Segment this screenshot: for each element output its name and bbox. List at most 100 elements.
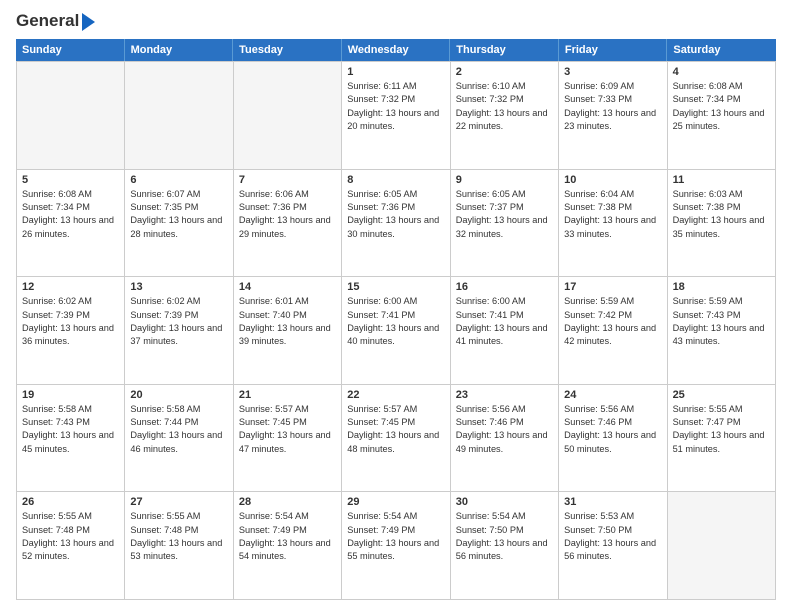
day-number: 13 <box>130 281 227 293</box>
day-number: 18 <box>673 281 770 293</box>
day-number: 10 <box>564 174 661 186</box>
day-info: Sunrise: 6:03 AMSunset: 7:38 PMDaylight:… <box>673 188 770 241</box>
calendar-cell: 27 Sunrise: 5:55 AMSunset: 7:48 PMDayligh… <box>125 492 233 600</box>
day-header-friday: Friday <box>559 39 668 61</box>
day-number: 19 <box>22 389 119 401</box>
day-info: Sunrise: 5:54 AMSunset: 7:49 PMDaylight:… <box>239 510 336 563</box>
calendar-cell <box>234 62 342 170</box>
day-number: 29 <box>347 496 444 508</box>
day-number: 4 <box>673 66 770 78</box>
day-number: 31 <box>564 496 661 508</box>
calendar-cell: 2 Sunrise: 6:10 AMSunset: 7:32 PMDaylight… <box>451 62 559 170</box>
calendar-cell: 3Sunrise: 6:09 AMSunset: 7:33 PMDaylight… <box>559 62 667 170</box>
day-info: Sunrise: 6:07 AMSunset: 7:35 PMDaylight:… <box>130 188 227 241</box>
calendar-cell: 14 Sunrise: 6:01 AMSunset: 7:40 PMDayligh… <box>234 277 342 385</box>
day-number: 24 <box>564 389 661 401</box>
calendar-cell: 15 Sunrise: 6:00 AMSunset: 7:41 PMDayligh… <box>342 277 450 385</box>
day-info: Sunrise: 5:57 AMSunset: 7:45 PMDaylight:… <box>239 403 336 456</box>
calendar-cell: 29 Sunrise: 5:54 AMSunset: 7:49 PMDayligh… <box>342 492 450 600</box>
day-number: 6 <box>130 174 227 186</box>
calendar-cell: 12 Sunrise: 6:02 AMSunset: 7:39 PMDayligh… <box>17 277 125 385</box>
page-header: General <box>16 12 776 31</box>
calendar-cell: 28 Sunrise: 5:54 AMSunset: 7:49 PMDayligh… <box>234 492 342 600</box>
day-info: Sunrise: 6:05 AMSunset: 7:36 PMDaylight:… <box>347 188 444 241</box>
day-number: 5 <box>22 174 119 186</box>
calendar-cell <box>125 62 233 170</box>
calendar-cell: 21 Sunrise: 5:57 AMSunset: 7:45 PMDayligh… <box>234 385 342 493</box>
day-number: 23 <box>456 389 553 401</box>
day-number: 16 <box>456 281 553 293</box>
day-number: 21 <box>239 389 336 401</box>
day-number: 14 <box>239 281 336 293</box>
day-number: 22 <box>347 389 444 401</box>
calendar-cell: 5Sunrise: 6:08 AMSunset: 7:34 PMDaylight… <box>17 170 125 278</box>
day-info: Sunrise: 5:58 AMSunset: 7:44 PMDaylight:… <box>130 403 227 456</box>
day-number: 15 <box>347 281 444 293</box>
calendar-cell: 10 Sunrise: 6:04 AMSunset: 7:38 PMDayligh… <box>559 170 667 278</box>
day-number: 7 <box>239 174 336 186</box>
day-info: Sunrise: 5:55 AMSunset: 7:47 PMDaylight:… <box>673 403 770 456</box>
calendar-cell: 20 Sunrise: 5:58 AMSunset: 7:44 PMDayligh… <box>125 385 233 493</box>
calendar-cell: 23 Sunrise: 5:56 AMSunset: 7:46 PMDayligh… <box>451 385 559 493</box>
day-info: Sunrise: 6:01 AMSunset: 7:40 PMDaylight:… <box>239 295 336 348</box>
day-info: Sunrise: 5:56 AMSunset: 7:46 PMDaylight:… <box>564 403 661 456</box>
day-info: Sunrise: 5:53 AMSunset: 7:50 PMDaylight:… <box>564 510 661 563</box>
calendar-cell: 22Sunrise: 5:57 AMSunset: 7:45 PMDayligh… <box>342 385 450 493</box>
calendar-cell: 31 Sunrise: 5:53 AMSunset: 7:50 PMDayligh… <box>559 492 667 600</box>
calendar-cell: 26 Sunrise: 5:55 AMSunset: 7:48 PMDayligh… <box>17 492 125 600</box>
calendar-cell <box>668 492 776 600</box>
day-info: Sunrise: 5:56 AMSunset: 7:46 PMDaylight:… <box>456 403 553 456</box>
day-info: Sunrise: 6:02 AMSunset: 7:39 PMDaylight:… <box>130 295 227 348</box>
calendar-cell: 25 Sunrise: 5:55 AMSunset: 7:47 PMDayligh… <box>668 385 776 493</box>
day-number: 11 <box>673 174 770 186</box>
day-info: Sunrise: 6:04 AMSunset: 7:38 PMDaylight:… <box>564 188 661 241</box>
day-info: Sunrise: 6:11 AMSunset: 7:32 PMDaylight:… <box>347 80 444 133</box>
day-number: 12 <box>22 281 119 293</box>
day-number: 1 <box>347 66 444 78</box>
calendar-cell: 17Sunrise: 5:59 AMSunset: 7:42 PMDayligh… <box>559 277 667 385</box>
day-number: 25 <box>673 389 770 401</box>
calendar-cell: 16 Sunrise: 6:00 AMSunset: 7:41 PMDayligh… <box>451 277 559 385</box>
day-info: Sunrise: 6:10 AMSunset: 7:32 PMDaylight:… <box>456 80 553 133</box>
calendar-cell: 24 Sunrise: 5:56 AMSunset: 7:46 PMDayligh… <box>559 385 667 493</box>
day-header-thursday: Thursday <box>450 39 559 61</box>
day-info: Sunrise: 5:55 AMSunset: 7:48 PMDaylight:… <box>22 510 119 563</box>
calendar-week-1: 1 Sunrise: 6:11 AMSunset: 7:32 PMDaylight… <box>17 62 776 170</box>
day-number: 20 <box>130 389 227 401</box>
calendar-cell: 30 Sunrise: 5:54 AMSunset: 7:50 PMDayligh… <box>451 492 559 600</box>
day-info: Sunrise: 5:55 AMSunset: 7:48 PMDaylight:… <box>130 510 227 563</box>
day-info: Sunrise: 6:00 AMSunset: 7:41 PMDaylight:… <box>347 295 444 348</box>
calendar-week-4: 19 Sunrise: 5:58 AMSunset: 7:43 PMDayligh… <box>17 385 776 493</box>
day-number: 26 <box>22 496 119 508</box>
day-number: 27 <box>130 496 227 508</box>
calendar-cell: 8 Sunrise: 6:05 AMSunset: 7:36 PMDaylight… <box>342 170 450 278</box>
calendar-header: SundayMondayTuesdayWednesdayThursdayFrid… <box>16 39 776 61</box>
day-info: Sunrise: 5:58 AMSunset: 7:43 PMDaylight:… <box>22 403 119 456</box>
day-number: 9 <box>456 174 553 186</box>
logo-general-text: General <box>16 12 79 31</box>
logo: General <box>16 12 95 31</box>
day-info: Sunrise: 5:54 AMSunset: 7:49 PMDaylight:… <box>347 510 444 563</box>
day-info: Sunrise: 5:59 AMSunset: 7:42 PMDaylight:… <box>564 295 661 348</box>
day-info: Sunrise: 6:08 AMSunset: 7:34 PMDaylight:… <box>673 80 770 133</box>
day-header-saturday: Saturday <box>667 39 776 61</box>
calendar-body: 1 Sunrise: 6:11 AMSunset: 7:32 PMDaylight… <box>16 61 776 600</box>
day-info: Sunrise: 6:02 AMSunset: 7:39 PMDaylight:… <box>22 295 119 348</box>
calendar-cell: 7 Sunrise: 6:06 AMSunset: 7:36 PMDaylight… <box>234 170 342 278</box>
day-number: 28 <box>239 496 336 508</box>
day-number: 30 <box>456 496 553 508</box>
calendar: SundayMondayTuesdayWednesdayThursdayFrid… <box>16 39 776 600</box>
calendar-cell: 13 Sunrise: 6:02 AMSunset: 7:39 PMDayligh… <box>125 277 233 385</box>
day-info: Sunrise: 5:54 AMSunset: 7:50 PMDaylight:… <box>456 510 553 563</box>
day-header-sunday: Sunday <box>16 39 125 61</box>
day-info: Sunrise: 6:06 AMSunset: 7:36 PMDaylight:… <box>239 188 336 241</box>
calendar-cell: 6 Sunrise: 6:07 AMSunset: 7:35 PMDaylight… <box>125 170 233 278</box>
day-number: 8 <box>347 174 444 186</box>
calendar-cell <box>17 62 125 170</box>
logo-top-line: General <box>16 12 95 31</box>
day-number: 2 <box>456 66 553 78</box>
day-info: Sunrise: 6:00 AMSunset: 7:41 PMDaylight:… <box>456 295 553 348</box>
day-info: Sunrise: 6:09 AMSunset: 7:33 PMDaylight:… <box>564 80 661 133</box>
calendar-week-2: 5Sunrise: 6:08 AMSunset: 7:34 PMDaylight… <box>17 170 776 278</box>
calendar-cell: 19 Sunrise: 5:58 AMSunset: 7:43 PMDayligh… <box>17 385 125 493</box>
